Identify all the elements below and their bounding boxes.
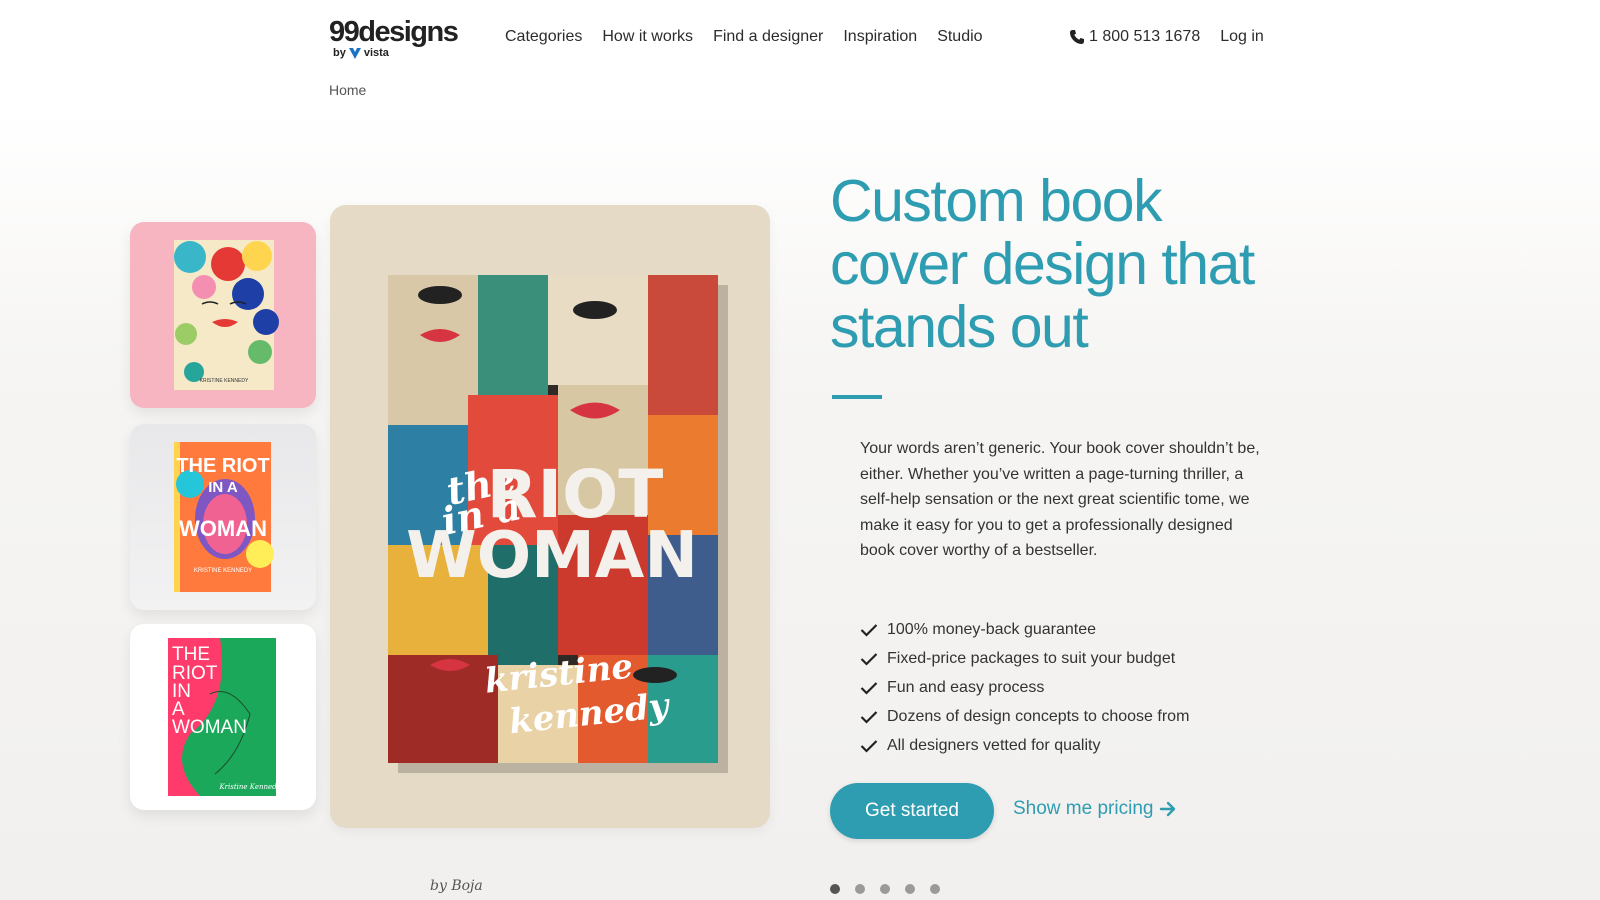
svg-text:Kristine Kennedy: Kristine Kennedy — [218, 783, 281, 791]
thumbnail-riot-in-a-woman-colorful[interactable]: THE RIOT IN A WOMAN KRISTINE KENNEDY — [130, 424, 316, 610]
get-started-button[interactable]: Get started — [830, 783, 994, 839]
feature-list: 100% money-back guarantee Fixed-price pa… — [860, 615, 1189, 760]
logo-byline: by vista — [333, 47, 389, 59]
feature-text: All designers vetted for quality — [887, 736, 1101, 754]
hero-description: Your words aren’t generic. Your book cov… — [860, 440, 1260, 560]
phone-number: 1 800 513 1678 — [1089, 28, 1201, 45]
main-nav: Categories How it works Find a designer … — [505, 28, 983, 46]
check-icon — [860, 739, 878, 753]
carousel-dot[interactable] — [880, 884, 890, 894]
check-icon — [860, 652, 878, 666]
carousel-dot[interactable] — [905, 884, 915, 894]
feature-text: Dozens of design concepts to choose from — [887, 707, 1190, 725]
feature-item: Dozens of design concepts to choose from — [860, 702, 1189, 731]
phone-link[interactable]: 1 800 513 1678 — [1069, 28, 1200, 46]
breadcrumb-home[interactable]: Home — [329, 82, 366, 98]
feature-text: Fixed-price packages to suit your budget — [887, 649, 1176, 667]
carousel-dots — [830, 884, 940, 894]
svg-text:WOMAN: WOMAN — [172, 717, 247, 738]
nav-how-it-works[interactable]: How it works — [602, 28, 693, 46]
cover-word-woman: WOMAN — [406, 519, 698, 593]
arrow-right-icon — [1160, 801, 1176, 817]
feature-text: Fun and easy process — [887, 678, 1045, 696]
login-link[interactable]: Log in — [1220, 28, 1264, 46]
show-pricing-link[interactable]: Show me pricing — [1013, 798, 1177, 820]
vista-logo-icon — [348, 47, 361, 59]
check-icon — [860, 623, 878, 637]
svg-text:WOMAN: WOMAN — [179, 516, 267, 541]
carousel-dot[interactable] — [855, 884, 865, 894]
logo-wordmark: 99designs — [329, 16, 459, 48]
designer-credit: by Boja — [430, 878, 483, 894]
svg-text:KRISTINE KENNEDY: KRISTINE KENNEDY — [200, 378, 249, 384]
book-cover-main-image: the in a RIOT WOMAN kristine kennedy — [388, 275, 728, 773]
book-cover-thumbnail-image: THE RIOT IN A WOMAN KRISTINE KENNEDY — [174, 442, 274, 592]
page-title: Custom book cover design that stands out — [830, 168, 1255, 360]
logo-brand-text: vista — [363, 47, 389, 59]
feature-item: 100% money-back guarantee — [860, 615, 1189, 644]
feature-item: Fun and easy process — [860, 673, 1189, 702]
nav-categories[interactable]: Categories — [505, 28, 582, 46]
svg-text:IN A: IN A — [208, 479, 238, 496]
main-cover-showcase: the in a RIOT WOMAN kristine kennedy — [330, 205, 770, 828]
show-pricing-label: Show me pricing — [1013, 798, 1154, 819]
thumbnail-making-of-a-woman[interactable]: KRISTINE KENNEDY — [130, 222, 316, 408]
svg-text:THE RIOT: THE RIOT — [176, 455, 269, 477]
svg-text:KRISTINE KENNEDY: KRISTINE KENNEDY — [194, 568, 252, 574]
header-right: 1 800 513 1678 Log in — [1069, 28, 1264, 46]
feature-item: All designers vetted for quality — [860, 731, 1189, 760]
thumbnail-riot-in-a-woman-green[interactable]: THE RIOT IN A WOMAN Kristine Kennedy — [130, 624, 316, 810]
nav-studio[interactable]: Studio — [937, 28, 982, 46]
check-icon — [860, 710, 878, 724]
book-cover-thumbnail-image: THE RIOT IN A WOMAN Kristine Kennedy — [168, 638, 282, 796]
title-underline — [832, 395, 882, 399]
breadcrumb: Home — [329, 82, 366, 98]
carousel-dot[interactable] — [830, 884, 840, 894]
svg-text:THE: THE — [172, 644, 210, 665]
nav-find-designer[interactable]: Find a designer — [713, 28, 823, 46]
nav-inspiration[interactable]: Inspiration — [843, 28, 917, 46]
logo-by-text: by — [333, 47, 346, 59]
carousel-dot[interactable] — [930, 884, 940, 894]
site-logo[interactable]: 99designs by vista — [329, 16, 459, 62]
check-icon — [860, 681, 878, 695]
phone-icon — [1070, 30, 1084, 44]
feature-text: 100% money-back guarantee — [887, 620, 1097, 638]
book-cover-thumbnail-image: KRISTINE KENNEDY — [174, 240, 279, 390]
feature-item: Fixed-price packages to suit your budget — [860, 644, 1189, 673]
